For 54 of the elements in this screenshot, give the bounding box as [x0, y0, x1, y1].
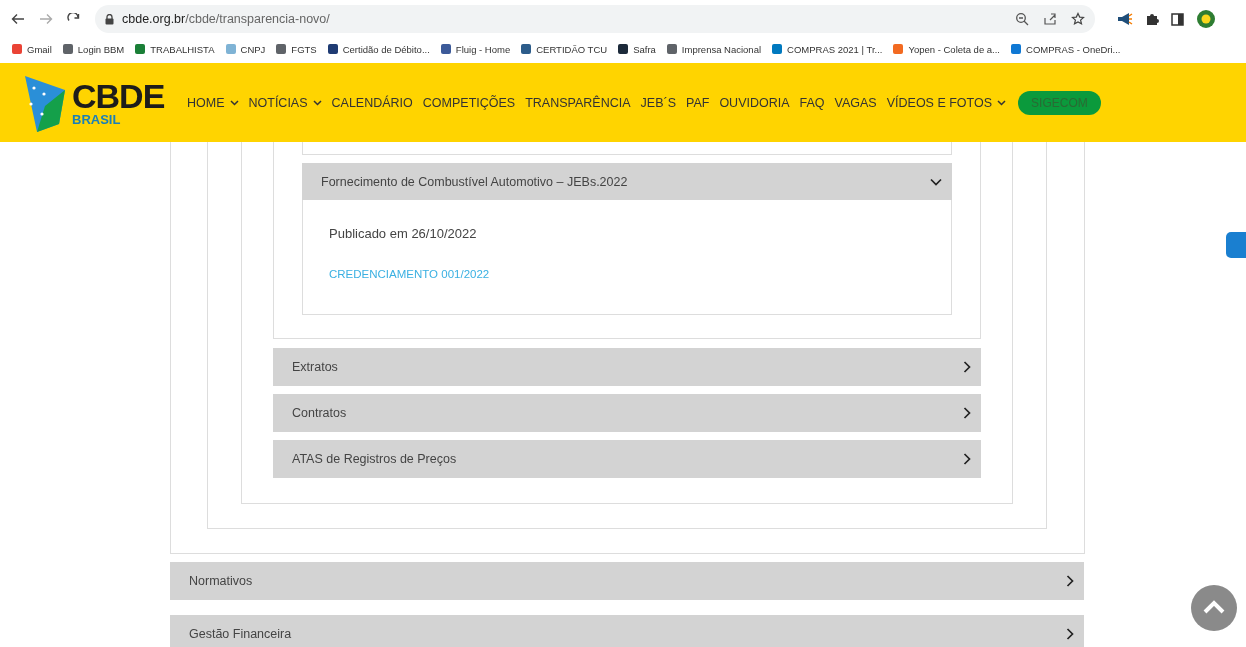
accordion-title: Normativos	[189, 574, 253, 588]
accordion-header[interactable]: Normativos	[170, 562, 1084, 600]
caret-icon	[997, 99, 1007, 106]
bookmark[interactable]: Login BBM	[62, 43, 125, 55]
accordion-title: ATAS de Registros de Preços	[292, 452, 457, 466]
nav-link[interactable]: COMPETIÇÕES	[422, 95, 516, 110]
accordion-header[interactable]: Fornecimento de Combustível Automotivo – JEBs.2022	[302, 163, 952, 200]
bookmark[interactable]: COMPRAS 2021 | Tr...	[772, 43, 883, 55]
bookmark[interactable]: FGTS	[276, 43, 317, 55]
accordion-header[interactable]: Extratos	[273, 348, 981, 386]
bookmark[interactable]: COMPRAS - OneDri...	[1011, 43, 1121, 55]
accordion-header[interactable]: Contratos	[273, 394, 981, 432]
accordion-title: Extratos	[292, 360, 338, 374]
accordion-title: Gestão Financeira	[189, 627, 292, 641]
accordion-header[interactable]: Gestão Financeira	[170, 615, 1084, 647]
bookmark[interactable]: Imprensa Nacional	[666, 43, 762, 55]
nav-link[interactable]: NOTÍCIAS	[248, 95, 322, 110]
side-panel-icon[interactable]	[1171, 12, 1184, 26]
share-icon[interactable]	[1043, 12, 1057, 26]
nav-link[interactable]: VÍDEOS E FOTOS	[886, 95, 1007, 110]
bookmark[interactable]: Fluig - Home	[440, 43, 511, 55]
bookmark[interactable]: Gmail	[12, 43, 52, 55]
nav-link[interactable]: OUVIDORIA	[719, 95, 790, 110]
bookmark[interactable]: CERTIDÃO TCU	[521, 43, 608, 55]
bookmark[interactable]: Yopen - Coleta de a...	[893, 43, 1000, 55]
bookmark[interactable]: CNPJ	[225, 43, 266, 55]
nav-link[interactable]: TRANSPARÊNCIA	[525, 95, 631, 110]
puzzle-icon[interactable]	[1145, 12, 1159, 26]
url-text: cbde.org.br/cbde/transparencia-novo/	[122, 12, 331, 26]
accordion-header[interactable]: ATAS de Registros de Preços	[273, 440, 981, 478]
nav-link[interactable]: JEB´S	[640, 95, 676, 110]
nav-link[interactable]: VAGAS	[834, 95, 877, 110]
nav-link[interactable]: HOME	[187, 95, 239, 110]
accordion-title: Contratos	[292, 406, 347, 420]
address-bar[interactable]: cbde.org.br/cbde/transparencia-novo/	[95, 5, 1095, 33]
scroll-to-top-button[interactable]	[1191, 585, 1237, 631]
zoom-out-icon[interactable]	[1015, 12, 1029, 26]
star-icon[interactable]	[1071, 12, 1085, 26]
published-date: Publicado em 26/10/2022	[329, 226, 478, 241]
caret-icon	[312, 99, 322, 106]
nav-link[interactable]: FAQ	[799, 95, 825, 110]
lock-icon	[105, 13, 114, 25]
nav-link[interactable]: PAF	[686, 95, 710, 110]
bookmark[interactable]: TRABALHISTA	[135, 43, 215, 55]
back-arrow-icon[interactable]	[11, 13, 25, 25]
accordion-title: Fornecimento de Combustível Automotivo – JEBs.2022	[321, 174, 628, 189]
bookmark[interactable]: Certidão de Débito...	[327, 43, 430, 55]
nav-link[interactable]: CALENDÁRIO	[331, 95, 413, 110]
bookmark[interactable]: Safra	[618, 43, 656, 55]
logo-subtitle: BRASIL	[72, 113, 122, 126]
megaphone-icon[interactable]	[1117, 12, 1133, 26]
profile-avatar-icon[interactable]	[1196, 9, 1216, 29]
caret-icon	[229, 99, 239, 106]
logo-title[interactable]: CBDE	[72, 79, 165, 113]
